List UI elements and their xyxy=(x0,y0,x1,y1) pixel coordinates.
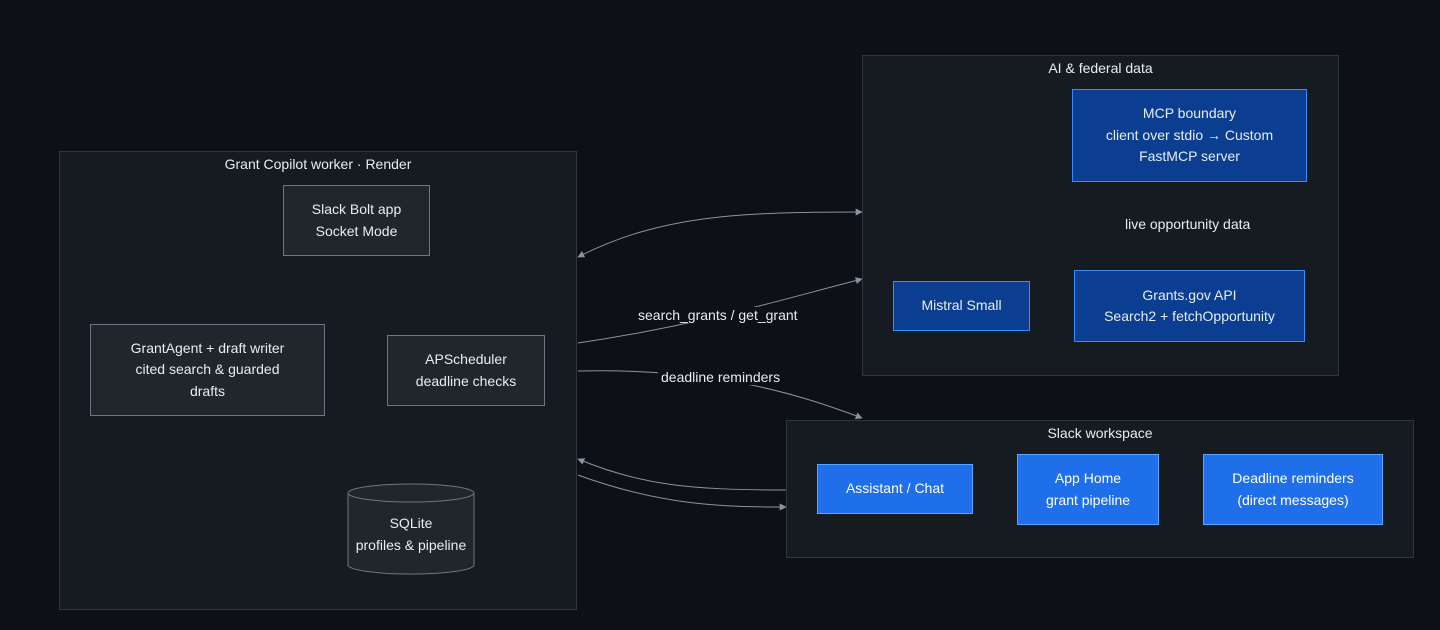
node-mcp-boundary: MCP boundary client over stdio → Custom … xyxy=(1072,89,1307,182)
node-label-line: Slack Bolt app xyxy=(311,201,402,217)
node-label-line: drafts xyxy=(189,382,225,399)
node-label-line: Deadline reminders xyxy=(1232,470,1354,486)
cluster-title-slack: Slack workspace xyxy=(1047,425,1153,441)
node-label-line: Search2 + fetchOpportunity xyxy=(1104,308,1275,324)
node-label-line: GrantAgent + draft writer xyxy=(130,339,285,356)
cluster-title-worker: Grant Copilot worker · Render xyxy=(224,156,412,172)
node-label-line: deadline checks xyxy=(415,372,517,389)
node-label-line: App Home xyxy=(1054,470,1122,486)
node-grant-agent: GrantAgent + draft writer cited search &… xyxy=(90,324,325,416)
node-label-line: Socket Mode xyxy=(315,222,398,239)
edge-worker-ai-bidirectional xyxy=(577,208,863,258)
node-app-home: App Home grant pipeline xyxy=(1017,454,1159,525)
edge-slack-to-worker-1 xyxy=(577,458,787,491)
node-label-line: (direct messages) xyxy=(1237,491,1349,508)
edge-label-search-grants: search_grants / get_grant xyxy=(635,307,801,323)
edge-worker-slack-2 xyxy=(577,474,787,511)
node-label-line: profiles & pipeline xyxy=(355,536,467,553)
node-label-line: Mistral Small xyxy=(921,297,1002,314)
node-slack-bolt-app: Slack Bolt app Socket Mode xyxy=(283,185,430,256)
node-deadline-reminders-dm: Deadline reminders (direct messages) xyxy=(1203,454,1383,525)
node-label-line: client over stdio → Custom xyxy=(1105,126,1274,143)
node-label-line: MCP boundary xyxy=(1142,105,1237,122)
node-mistral-small: Mistral Small xyxy=(893,281,1030,331)
node-assistant-chat: Assistant / Chat xyxy=(817,464,973,514)
node-sqlite-database: SQLite profiles & pipeline xyxy=(347,483,475,575)
edge-label-live-opportunity-data: live opportunity data xyxy=(1122,216,1254,232)
node-label-line: Assistant / Chat xyxy=(845,480,945,497)
node-apscheduler: APScheduler deadline checks xyxy=(387,335,545,406)
node-grants-gov-api: Grants.gov API Search2 + fetchOpportunit… xyxy=(1074,270,1305,342)
node-label-line: grant pipeline xyxy=(1045,491,1131,508)
edge-label-deadline-reminders: deadline reminders xyxy=(658,369,784,385)
node-label-line: cited search & guarded xyxy=(135,361,280,378)
cluster-title-ai: AI & federal data xyxy=(1048,60,1153,76)
node-label-line: APScheduler xyxy=(425,351,507,367)
node-label-line: SQLite xyxy=(389,515,433,531)
node-label-line: Grants.gov API xyxy=(1142,286,1237,303)
node-label-line: FastMCP server xyxy=(1139,148,1240,165)
